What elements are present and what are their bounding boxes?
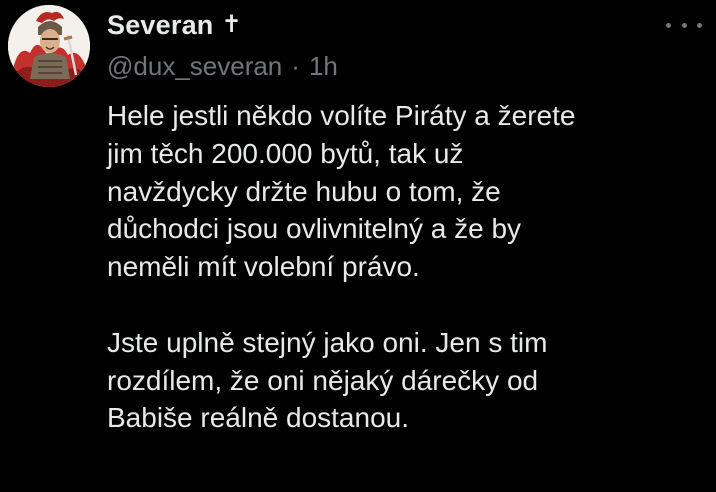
avatar[interactable]	[8, 5, 90, 87]
more-dot	[697, 22, 702, 28]
timestamp[interactable]: 1h	[309, 51, 338, 82]
avatar-image	[8, 5, 90, 87]
separator-dot: ·	[291, 51, 300, 81]
cross-icon: ✝	[221, 11, 242, 38]
user-handle[interactable]: @dux_severan	[107, 51, 282, 82]
tweet-header: Severan ✝	[107, 8, 242, 42]
more-dot	[666, 22, 671, 28]
tweet-meta: @dux_severan · 1h	[107, 51, 338, 82]
tweet: Severan ✝ @dux_severan · 1h Hele jestli …	[0, 0, 716, 492]
more-dot	[681, 22, 687, 28]
more-horizontal-icon[interactable]	[666, 18, 702, 32]
display-name[interactable]: Severan	[107, 10, 213, 41]
tweet-text: Hele jestli někdo volíte Piráty a žerete…	[107, 100, 576, 434]
